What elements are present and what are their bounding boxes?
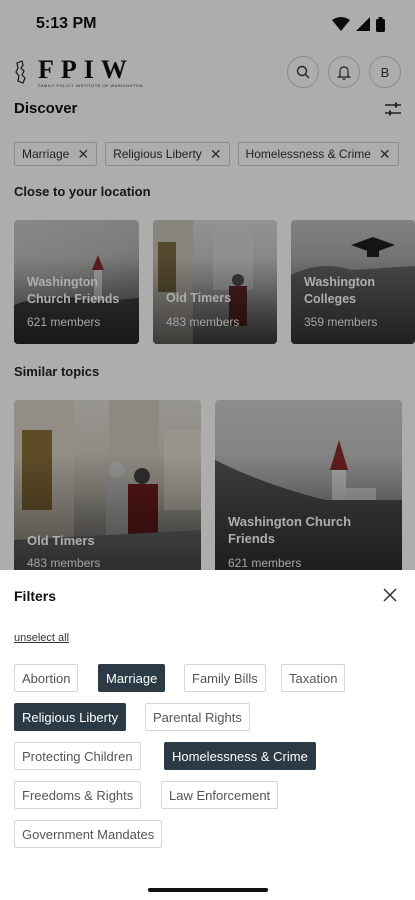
filter-tag[interactable]: Parental Rights: [145, 703, 250, 731]
filter-tag[interactable]: Protecting Children: [14, 742, 141, 770]
close-filters-button[interactable]: [379, 584, 401, 606]
filter-tag[interactable]: Government Mandates: [14, 820, 163, 848]
filters-title: Filters: [14, 588, 57, 604]
filter-tag[interactable]: Marriage: [98, 664, 166, 692]
filter-tag[interactable]: Abortion: [14, 664, 79, 692]
filters-bottom-sheet: Filters unselect all Abortion Marriage F…: [0, 570, 415, 900]
filter-tag[interactable]: Religious Liberty: [14, 703, 127, 731]
filter-tag[interactable]: Family Bills: [184, 664, 266, 692]
filter-tag[interactable]: Taxation: [281, 664, 346, 692]
home-indicator[interactable]: [148, 888, 268, 892]
filter-tag[interactable]: Freedoms & Rights: [14, 781, 142, 809]
unselect-all-link[interactable]: unselect all: [14, 632, 69, 644]
close-icon: [383, 588, 397, 602]
modal-backdrop[interactable]: [0, 0, 415, 570]
filter-tag[interactable]: Homelessness & Crime: [164, 742, 316, 770]
filter-tag[interactable]: Law Enforcement: [161, 781, 279, 809]
